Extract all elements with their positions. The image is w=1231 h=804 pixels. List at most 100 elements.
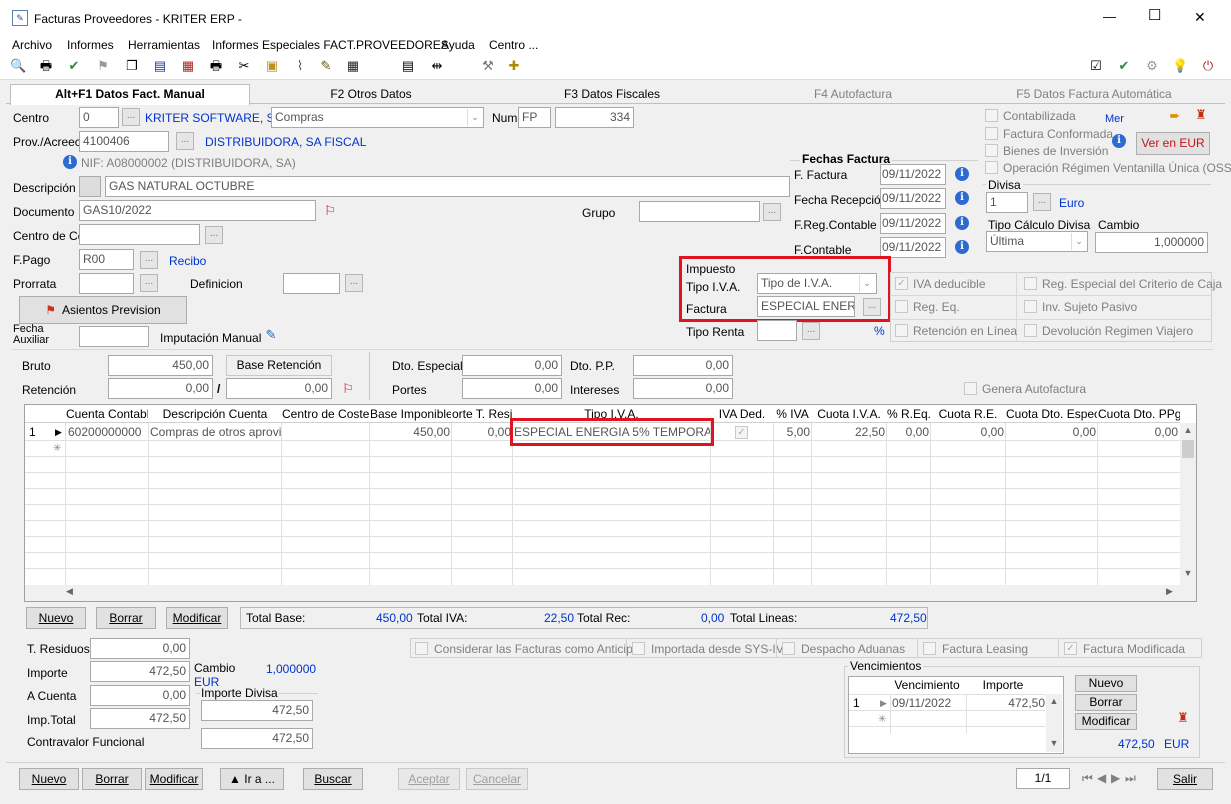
f-factura-info-icon[interactable]: i [955, 167, 969, 181]
cell-descripcion[interactable]: Compras de otros aprovision [150, 425, 281, 440]
line-nuevo-button[interactable]: Nuevo [26, 607, 86, 629]
definicion-field[interactable] [283, 273, 340, 294]
cell-pct-iva[interactable]: 5,00 [774, 425, 810, 440]
prev-record-icon[interactable]: ◀ [1097, 771, 1106, 785]
col-descripcion[interactable]: Descripción Cuenta [149, 406, 281, 423]
col-resid[interactable]: orte T. Resic [452, 406, 512, 423]
scroll-thumb[interactable] [1182, 440, 1194, 458]
scroll-left-icon[interactable]: ◀ [66, 586, 80, 600]
prorrata-lookup-button[interactable]: ... [140, 274, 158, 292]
menu-centro[interactable]: Centro ... [489, 38, 538, 52]
col-cuenta[interactable]: Cuenta Contable [66, 406, 148, 423]
dto-especial-field[interactable]: 0,00 [462, 355, 562, 376]
cell-cuota-iva[interactable]: 22,50 [812, 425, 885, 440]
col-iva-ded[interactable]: IVA Ded. [711, 406, 773, 423]
leasing-checkbox[interactable] [923, 642, 936, 655]
cell-pct-req[interactable]: 0,00 [887, 425, 929, 440]
nuevo-button[interactable]: Nuevo [19, 768, 79, 790]
venc-row-date[interactable]: 09/11/2022 [892, 696, 951, 711]
col-base[interactable]: Base Imponible [370, 406, 451, 423]
scroll-down-icon[interactable]: ▼ [1180, 568, 1196, 582]
venc-col-vencimiento[interactable]: Vencimiento [888, 677, 966, 694]
fpago-lookup-button[interactable]: ... [140, 251, 158, 269]
reg-especial-checkbox[interactable] [1024, 277, 1037, 290]
copy-icon[interactable]: ❐ [124, 58, 140, 74]
ver-eur-info-icon[interactable]: i [1112, 134, 1126, 148]
tab-otros-datos[interactable]: F2 Otros Datos [252, 85, 490, 103]
contravalor-field[interactable]: 472,50 [201, 728, 313, 749]
tab-datos-factura-automatica[interactable]: F5 Datos Factura Automática [974, 85, 1214, 103]
list-icon[interactable]: ▤ [152, 58, 168, 74]
retencion-alert-icon[interactable]: ⚐ [340, 381, 356, 397]
retencion-field[interactable]: 0,00 [108, 378, 213, 399]
col-centro-coste[interactable]: Centro de Coste [282, 406, 369, 423]
centro-lookup-button[interactable]: ... [122, 108, 140, 126]
venc-col-importe[interactable]: Importe [967, 677, 1039, 694]
close-button[interactable]: ✕ [1194, 10, 1206, 24]
first-record-icon[interactable]: ⏮ [1082, 771, 1093, 785]
fpago-field[interactable]: R00 [79, 249, 134, 270]
col-cuota-pp[interactable]: Cuota Dto. PPg [1098, 406, 1180, 423]
borrar-button[interactable]: Borrar [82, 768, 142, 790]
menu-herramientas[interactable]: Herramientas [128, 38, 200, 52]
preview-icon[interactable]: 🔍 [10, 58, 26, 74]
venc-row-selector-icon[interactable]: ▶ [880, 696, 887, 711]
check2-icon[interactable]: ✔ [1116, 58, 1132, 74]
retencion-linea-checkbox[interactable] [895, 324, 908, 337]
cell-cuenta[interactable]: 60200000000 [68, 425, 148, 440]
money-bag-icon[interactable]: ♜ [1193, 107, 1209, 123]
gear-icon[interactable]: ⚙ [1144, 58, 1160, 74]
definicion-lookup-button[interactable]: ... [345, 274, 363, 292]
a-cuenta-field[interactable]: 0,00 [90, 685, 190, 706]
documento-field[interactable]: GAS10/2022 [79, 200, 316, 221]
f-regcont-info-icon[interactable]: i [955, 216, 969, 230]
cell-cuota-pp[interactable]: 0,00 [1098, 425, 1178, 440]
lightbulb-icon[interactable]: 💡 [1172, 58, 1188, 74]
dto-pp-field[interactable]: 0,00 [633, 355, 733, 376]
minimize-button[interactable]: — [1103, 10, 1116, 24]
reg-eq-checkbox[interactable] [895, 300, 908, 313]
descripcion-field[interactable]: GAS NATURAL OCTUBRE [105, 176, 790, 197]
tipo-renta-lookup-button[interactable]: ... [802, 322, 820, 340]
f-contable-info-icon[interactable]: i [955, 240, 969, 254]
cell-cuota-dto[interactable]: 0,00 [1006, 425, 1096, 440]
line-modificar-button[interactable]: Modificar [166, 607, 228, 629]
tab-autofactura[interactable]: F4 Autofactura [734, 85, 972, 103]
imp-total-field[interactable]: 472,50 [90, 708, 190, 729]
paste-icon[interactable]: ▣ [264, 58, 280, 74]
checkbox-icon[interactable]: ☑ [1088, 58, 1104, 74]
oss-checkbox[interactable] [985, 161, 998, 174]
devolucion-checkbox[interactable] [1024, 324, 1037, 337]
money-bag-icon[interactable]: ♜ [1175, 710, 1191, 726]
retencion2-field[interactable]: 0,00 [226, 378, 332, 399]
menu-informes-especiales[interactable]: Informes Especiales FACT.PROVEEDORES [212, 38, 449, 52]
cancelar-button[interactable]: Cancelar [466, 768, 528, 790]
buscar-button[interactable]: Buscar [303, 768, 363, 790]
portes-field[interactable]: 0,00 [462, 378, 562, 399]
num-value-field[interactable]: 334 [555, 107, 634, 128]
sign-icon[interactable]: ✚ [506, 58, 522, 74]
col-cuota-dto[interactable]: Cuota Dto. Espec [1006, 406, 1097, 423]
row-selector-icon[interactable]: ▶ [55, 425, 62, 440]
arrow-icon[interactable]: ➨ [1167, 108, 1183, 124]
col-cuota-iva[interactable]: Cuota I.V.A. [812, 406, 886, 423]
col-cuota-re[interactable]: Cuota R.E. [931, 406, 1005, 423]
cell-resid[interactable]: 0,00 [452, 425, 511, 440]
tipo-renta-field[interactable] [757, 320, 797, 341]
intereses-field[interactable]: 0,00 [633, 378, 733, 399]
cell-cuota-re[interactable]: 0,00 [931, 425, 1004, 440]
centro-type-select[interactable]: Compras [271, 107, 484, 128]
t-residuos-field[interactable]: 0,00 [90, 638, 190, 659]
f-recepcion-info-icon[interactable]: i [955, 191, 969, 205]
inversion-checkbox[interactable] [985, 144, 998, 157]
tool-icon[interactable]: ⚒ [480, 58, 496, 74]
chevron-down-icon[interactable]: ⌄ [467, 109, 482, 126]
num-series-field[interactable]: FP [518, 107, 551, 128]
centro-field[interactable]: 0 [79, 107, 119, 128]
cut-icon[interactable]: ✂ [236, 58, 252, 74]
importada-checkbox[interactable] [632, 642, 645, 655]
f-contable-field[interactable]: 09/11/2022 [880, 237, 946, 258]
venc-nuevo-button[interactable]: Nuevo [1075, 675, 1137, 692]
f-recepcion-field[interactable]: 09/11/2022 [880, 188, 946, 209]
importe-divisa-field[interactable]: 472,50 [201, 700, 313, 721]
